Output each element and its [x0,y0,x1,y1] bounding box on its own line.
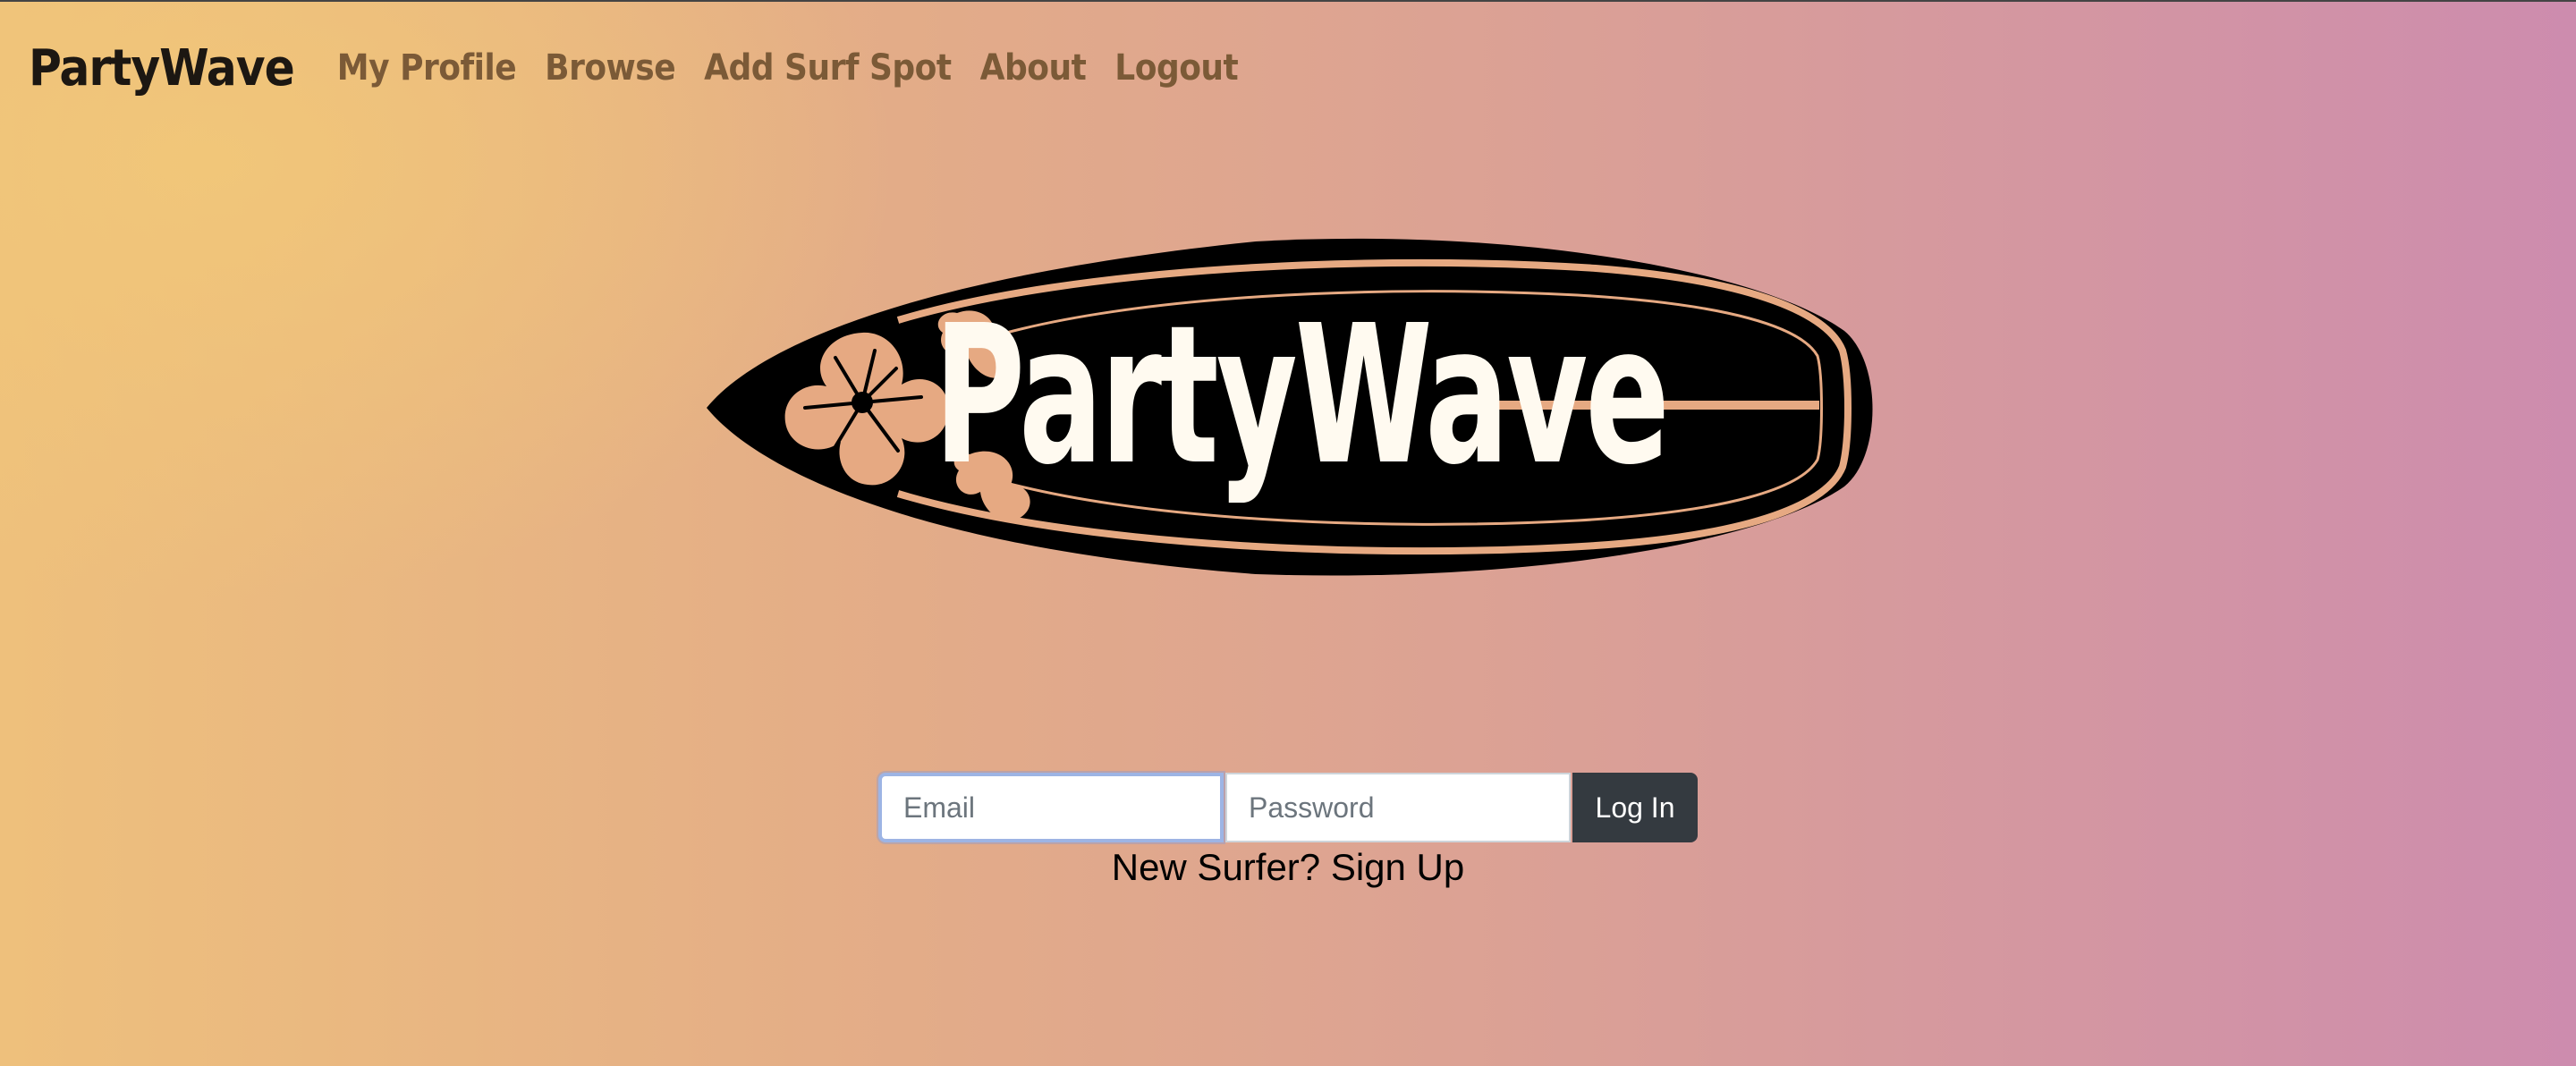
login-form: Log In [878,773,1698,842]
password-field[interactable] [1225,773,1571,842]
nav-link-browse[interactable]: Browse [545,47,675,89]
logo-text: PartyWave [934,284,1667,507]
top-navbar: PartyWave My Profile Browse Add Surf Spo… [29,34,1267,102]
nav-link-about[interactable]: About [980,47,1087,89]
nav-link-my-profile[interactable]: My Profile [337,47,517,89]
partywave-logo: PartyWave [701,233,1875,576]
signup-prompt: New Surfer? Sign Up [0,846,2576,889]
signup-prompt-text: New Surfer? [1111,846,1331,888]
email-field[interactable] [878,773,1224,842]
signup-link[interactable]: Sign Up [1331,846,1464,888]
nav-link-add-surf-spot[interactable]: Add Surf Spot [704,47,952,89]
surfboard-logo-graphic: PartyWave [707,238,1873,576]
login-button[interactable]: Log In [1572,773,1698,842]
nav-link-logout[interactable]: Logout [1114,47,1238,89]
brand-link[interactable]: PartyWave [29,39,295,97]
